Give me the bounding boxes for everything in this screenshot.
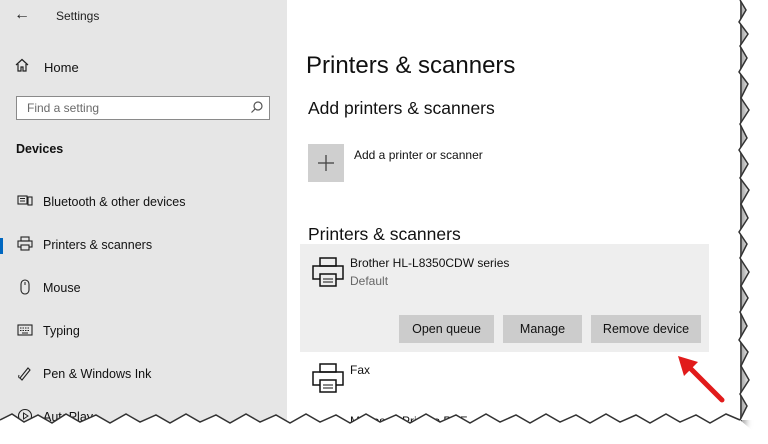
sidebar-item-label: Mouse xyxy=(43,281,81,295)
add-printer-label: Add a printer or scanner xyxy=(354,148,483,162)
sidebar-item-bluetooth[interactable]: Bluetooth & other devices xyxy=(0,188,287,216)
nav-home[interactable]: Home xyxy=(14,56,274,78)
back-arrow-icon[interactable]: ← xyxy=(14,6,30,24)
home-label: Home xyxy=(44,59,79,75)
printer-status: Default xyxy=(350,274,389,288)
printer-name: Fax xyxy=(350,363,371,377)
sidebar: ← Settings Home Devices Bluetooth & othe… xyxy=(0,0,287,422)
page-title: Printers & scanners xyxy=(306,52,516,79)
partial-printer-name: Microsoft Print to PDF xyxy=(350,414,468,424)
sidebar-item-label: Printers & scanners xyxy=(43,238,153,252)
settings-window: ← Settings Home Devices Bluetooth & othe… xyxy=(0,0,742,424)
annotation-arrow-icon xyxy=(678,356,725,403)
active-indicator xyxy=(0,238,3,254)
sidebar-item-autoplay[interactable]: AutoPlay xyxy=(0,403,287,424)
search-icon[interactable] xyxy=(250,100,264,117)
list-section-title: Printers & scanners xyxy=(308,224,461,244)
sidebar-item-pen[interactable]: Pen & Windows Ink xyxy=(0,360,287,388)
mouse-icon xyxy=(16,278,34,298)
app-title: Settings xyxy=(56,9,100,23)
printer-item-fax[interactable]: Fax xyxy=(300,358,709,398)
bluetooth-devices-icon xyxy=(16,194,34,211)
plus-icon[interactable] xyxy=(308,144,344,182)
section-devices: Devices xyxy=(16,142,64,156)
remove-device-button[interactable]: Remove device xyxy=(591,315,701,343)
sidebar-item-typing[interactable]: Typing xyxy=(0,317,287,345)
autoplay-icon xyxy=(16,408,34,422)
sidebar-item-label: Typing xyxy=(43,324,80,338)
add-section-title: Add printers & scanners xyxy=(308,98,495,118)
manage-button[interactable]: Manage xyxy=(503,315,582,343)
open-queue-button[interactable]: Open queue xyxy=(399,315,494,343)
sidebar-item-mouse[interactable]: Mouse xyxy=(0,274,287,302)
printer-icon xyxy=(16,236,34,254)
printer-icon xyxy=(311,362,345,394)
title-bar: ← Settings xyxy=(0,0,287,32)
home-icon xyxy=(14,57,34,77)
sidebar-item-printers[interactable]: Printers & scanners xyxy=(0,231,287,259)
printer-item-selected[interactable]: Brother HL-L8350CDW series Default Open … xyxy=(300,244,709,352)
add-printer-button[interactable]: Add a printer or scanner xyxy=(308,142,628,182)
printer-name: Brother HL-L8350CDW series xyxy=(350,256,510,270)
pen-icon xyxy=(16,365,34,384)
sidebar-item-label: AutoPlay xyxy=(43,410,94,424)
search-box[interactable] xyxy=(16,96,270,120)
keyboard-icon xyxy=(16,323,34,339)
search-input[interactable] xyxy=(25,100,249,116)
sidebar-item-label: Pen & Windows Ink xyxy=(43,367,152,381)
sidebar-item-label: Bluetooth & other devices xyxy=(43,195,186,209)
printer-icon xyxy=(311,256,345,288)
